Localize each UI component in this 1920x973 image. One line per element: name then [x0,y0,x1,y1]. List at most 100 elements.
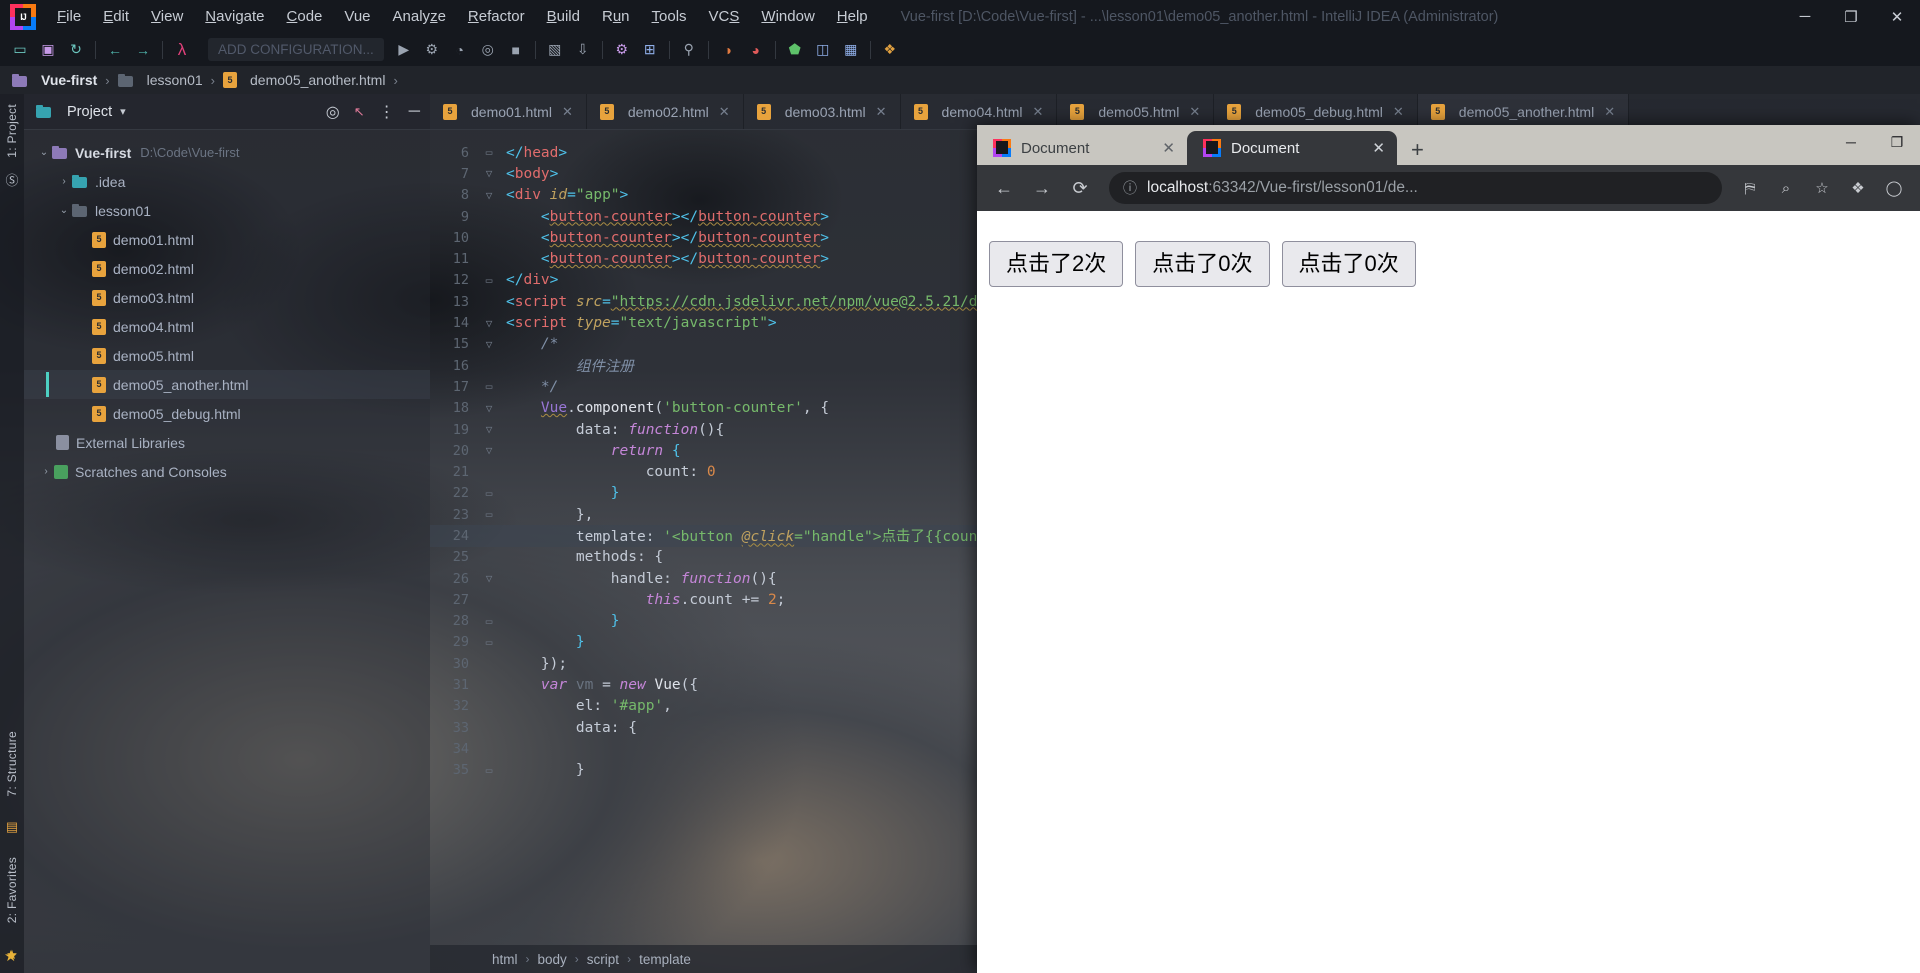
chevron-right-icon[interactable]: › [38,466,54,477]
editor-tab-demo04-html[interactable]: 5 demo04.html ✕ [900,94,1058,129]
editor-breadcrumb-item-script[interactable]: script [587,952,619,967]
hide-panel-icon[interactable]: ─ [409,103,420,121]
menu-item-vue[interactable]: Vue [333,4,381,29]
menu-item-edit[interactable]: Edit [92,4,140,29]
tree-node-demo05-debug[interactable]: 5 demo05_debug.html [24,399,430,428]
chevron-down-icon[interactable]: ▾ [120,105,126,118]
fold-marker-icon[interactable]: ▭ [478,487,500,500]
update-project-icon[interactable]: ⇩ [569,37,597,63]
tree-node-demo04[interactable]: 5 demo04.html [24,312,430,341]
editor-tab-demo05-html[interactable]: 5 demo05.html ✕ [1057,94,1215,129]
structure-rail-icon[interactable]: Ⓢ [5,170,18,189]
menu-item-run[interactable]: Run [591,4,641,29]
back-icon[interactable]: ← [101,37,129,63]
rail-item-project[interactable]: 1: Project [5,104,19,158]
tree-node-demo02[interactable]: 5 demo02.html [24,254,430,283]
counter-button-3[interactable]: 点击了0次 [1281,241,1416,287]
close-icon[interactable]: ✕ [1358,139,1385,157]
locate-file-icon[interactable]: ◎ [326,102,340,122]
bookmark-star-icon[interactable]: ☆ [1806,172,1838,204]
menu-item-build[interactable]: Build [536,4,591,29]
fold-marker-icon[interactable]: ▽ [478,317,500,330]
settings-icon[interactable]: ⚙ [608,37,636,63]
puzzle-icon[interactable]: ❖ [876,37,904,63]
collapse-all-icon[interactable]: ↖ [354,104,365,120]
fold-marker-icon[interactable]: ▽ [478,189,500,202]
menu-item-code[interactable]: Code [276,4,334,29]
menu-item-navigate[interactable]: Navigate [194,4,275,29]
rail-item-favorites[interactable]: 2: Favorites [5,857,19,923]
grid-icon[interactable]: ⊞ [636,37,664,63]
zoom-icon[interactable]: ⌕ [1770,172,1802,204]
fold-marker-icon[interactable]: ▭ [478,636,500,649]
forward-icon[interactable]: → [1025,171,1059,205]
tree-node-external-libraries[interactable]: External Libraries [24,428,430,457]
tree-node-demo03[interactable]: 5 demo03.html [24,283,430,312]
fold-marker-icon[interactable]: ▽ [478,444,500,457]
browser-minimize-button[interactable]: ─ [1828,125,1874,159]
tree-node-idea[interactable]: › .idea [24,167,430,196]
favorites-star-icon[interactable]: ★ [4,947,17,965]
extensions-icon[interactable]: ❖ [1842,172,1874,204]
browser-maximize-button[interactable]: ❐ [1874,125,1920,159]
fold-marker-icon[interactable]: ▭ [478,764,500,777]
save-all-icon[interactable]: ▣ [34,37,62,63]
tree-node-lesson01[interactable]: ⌄ lesson01 [24,196,430,225]
menu-item-help[interactable]: Help [826,4,879,29]
new-tab-button[interactable]: + [1397,139,1438,165]
run-coverage-icon[interactable]: ◔ [446,37,474,63]
browser-tab-2[interactable]: Document ✕ [1187,131,1397,165]
search-icon[interactable]: ⚲ [675,37,703,63]
layout2-icon[interactable]: ▦ [837,37,865,63]
menu-item-tools[interactable]: Tools [641,4,698,29]
fold-marker-icon[interactable]: ▭ [478,508,500,521]
close-icon[interactable]: ✕ [876,104,887,120]
terminal-rail-icon[interactable]: ▤ [6,819,18,835]
close-button[interactable]: ✕ [1874,0,1920,33]
menu-item-vcs[interactable]: VCS [698,4,751,29]
counter-button-2[interactable]: 点击了0次 [1135,241,1270,287]
counter-button-1[interactable]: 点击了2次 [989,241,1124,287]
run-icon[interactable]: ▶ [390,37,418,63]
fold-marker-icon[interactable]: ▽ [478,572,500,585]
chevron-right-icon[interactable]: › [56,176,72,187]
apply-changes-icon[interactable]: ▧ [541,37,569,63]
browser-chrome-icon[interactable]: ◑ [714,37,742,63]
menu-item-view[interactable]: View [140,4,194,29]
close-icon[interactable]: ✕ [1393,104,1404,120]
options-icon[interactable]: ⋮ [379,102,395,122]
maximize-button[interactable]: ❐ [1828,0,1874,33]
tree-node-scratches[interactable]: › Scratches and Consoles [24,457,430,486]
close-icon[interactable]: ✕ [1032,104,1043,120]
fold-marker-icon[interactable]: ▭ [478,615,500,628]
editor-breadcrumb-item-html[interactable]: html [492,952,518,967]
editor-tab-demo02-html[interactable]: 5 demo02.html ✕ [586,94,744,129]
fold-marker-icon[interactable]: ▽ [478,402,500,415]
fold-marker-icon[interactable]: ▽ [478,167,500,180]
fold-marker-icon[interactable]: ▽ [478,423,500,436]
site-info-icon[interactable]: ⓘ [1123,178,1137,198]
fold-marker-icon[interactable]: ▽ [478,338,500,351]
close-icon[interactable]: ✕ [1604,104,1615,120]
breadcrumb-item-project[interactable]: Vue-first [8,72,101,88]
menu-item-window[interactable]: Window [750,4,825,29]
layout-icon[interactable]: ◫ [809,37,837,63]
profile-icon[interactable]: ◎ [474,37,502,63]
breadcrumb-item-lesson01[interactable]: lesson01 [114,72,207,88]
editor-breadcrumb-item-template[interactable]: template [639,952,691,967]
close-icon[interactable]: ✕ [719,104,730,120]
sync-icon[interactable]: ↻ [62,37,90,63]
stop-icon[interactable]: ■ [502,37,530,63]
plugin-icon[interactable]: ⬟ [781,37,809,63]
menu-item-analyze[interactable]: Analyze [382,4,457,29]
address-bar[interactable]: ⓘ localhost:63342/Vue-first/lesson01/de.… [1109,172,1722,204]
chevron-down-icon[interactable]: ⌄ [36,147,52,158]
debug-icon[interactable]: ⚙ [418,37,446,63]
fold-marker-icon[interactable]: ▭ [478,146,500,159]
fold-marker-icon[interactable]: ▭ [478,274,500,287]
close-icon[interactable]: ✕ [1148,139,1175,157]
tree-node-demo01[interactable]: 5 demo01.html [24,225,430,254]
browser-firefox-icon[interactable]: ◕ [742,37,770,63]
breadcrumb-item-file[interactable]: 5 demo05_another.html [219,72,389,88]
rail-item-structure[interactable]: 7: Structure [5,731,19,797]
